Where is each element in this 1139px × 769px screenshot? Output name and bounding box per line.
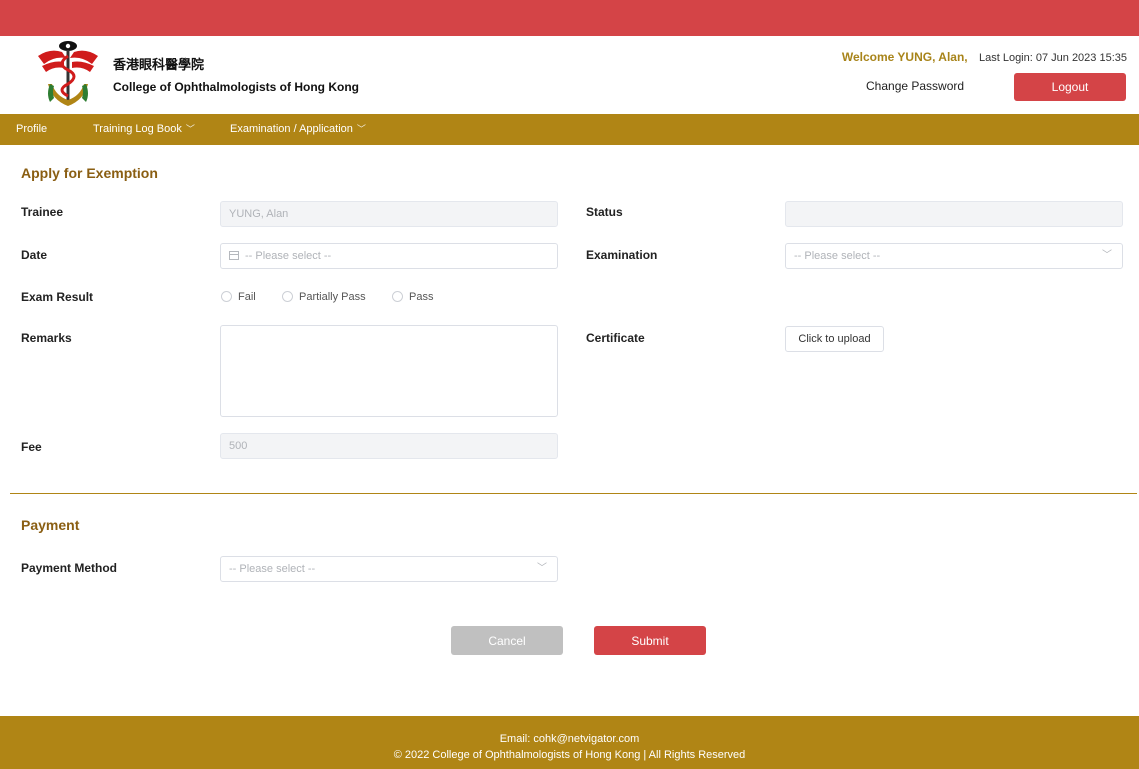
- radio-circle: [392, 291, 403, 302]
- upload-certificate-button[interactable]: Click to upload: [785, 326, 884, 352]
- remarks-label: Remarks: [21, 331, 72, 345]
- main-nav: Profile Training Log Book ﹀ Examination /…: [0, 114, 1139, 145]
- footer-email: Email: cohk@netvigator.com: [499, 733, 640, 745]
- form-title: Apply for Exemption: [21, 165, 158, 181]
- radio-fail[interactable]: Fail: [221, 291, 256, 303]
- radio-label: Pass: [409, 291, 434, 303]
- section-divider: [10, 493, 1137, 494]
- date-picker[interactable]: -- Please select --: [220, 243, 558, 269]
- radio-label: Fail: [238, 291, 256, 303]
- welcome-area: Welcome YUNG, Alan, Last Login: 07 Jun 2…: [842, 50, 1127, 64]
- payment-method-label: Payment Method: [21, 561, 118, 575]
- logout-button[interactable]: Logout: [1014, 73, 1126, 101]
- nav-item-examination-application[interactable]: Examination / Application ﹀: [230, 114, 366, 145]
- examination-label: Examination: [586, 248, 658, 262]
- nav-item-profile[interactable]: Profile: [16, 114, 47, 145]
- calendar-icon: [229, 251, 239, 260]
- radio-circle: [221, 291, 232, 302]
- nav-item-label: Profile: [16, 123, 48, 135]
- fee-field[interactable]: 500: [220, 433, 558, 459]
- radio-partially-pass[interactable]: Partially Pass: [282, 291, 366, 303]
- nav-item-label: Examination / Application: [230, 123, 353, 135]
- org-name-zh: 香港眼科醫學院: [113, 57, 205, 72]
- radio-label: Partially Pass: [299, 291, 366, 303]
- cancel-button[interactable]: Cancel: [451, 626, 563, 655]
- examination-placeholder: -- Please select --: [794, 250, 881, 262]
- examination-select[interactable]: -- Please select -- ﹀: [785, 243, 1123, 269]
- trainee-field[interactable]: YUNG, Alan: [220, 201, 558, 227]
- trainee-label: Trainee: [21, 205, 64, 219]
- chevron-down-icon: ﹀: [356, 124, 366, 134]
- change-password-link[interactable]: Change Password: [866, 79, 964, 93]
- exam-result-label: Exam Result: [21, 290, 94, 304]
- chevron-down-icon: ﹀: [1102, 250, 1112, 261]
- fee-label: Fee: [21, 440, 42, 454]
- nav-item-training-log-book[interactable]: Training Log Book ﹀: [93, 114, 195, 145]
- payment-method-placeholder: -- Please select --: [229, 563, 316, 575]
- status-field[interactable]: [785, 201, 1123, 227]
- status-label: Status: [586, 205, 623, 219]
- submit-button[interactable]: Submit: [594, 626, 706, 655]
- nav-item-label: Training Log Book: [93, 123, 182, 135]
- radio-circle: [282, 291, 293, 302]
- last-login-text: Last Login: 07 Jun 2023 15:35: [978, 52, 1127, 64]
- chevron-down-icon: ﹀: [185, 124, 195, 134]
- remarks-textarea[interactable]: [220, 325, 558, 417]
- top-accent-bar: [0, 0, 1139, 36]
- page-footer: Email: cohk@netvigator.com © 2022 Colleg…: [0, 716, 1139, 769]
- college-crest-logo: [38, 41, 98, 106]
- radio-pass[interactable]: Pass: [392, 291, 433, 303]
- chevron-down-icon: ﹀: [537, 563, 547, 574]
- page-header: 香港眼科醫學院 College of Ophthalmologists of H…: [0, 36, 1139, 114]
- certificate-label: Certificate: [586, 331, 645, 345]
- footer-copyright: © 2022 College of Ophthalmologists of Ho…: [393, 749, 746, 761]
- welcome-text: Welcome YUNG, Alan,: [841, 50, 968, 64]
- date-label: Date: [21, 248, 48, 262]
- payment-title: Payment: [21, 517, 80, 533]
- org-name-en: College of Ophthalmologists of Hong Kong: [113, 80, 359, 94]
- payment-method-select[interactable]: -- Please select -- ﹀: [220, 556, 558, 582]
- date-placeholder: -- Please select --: [245, 250, 332, 262]
